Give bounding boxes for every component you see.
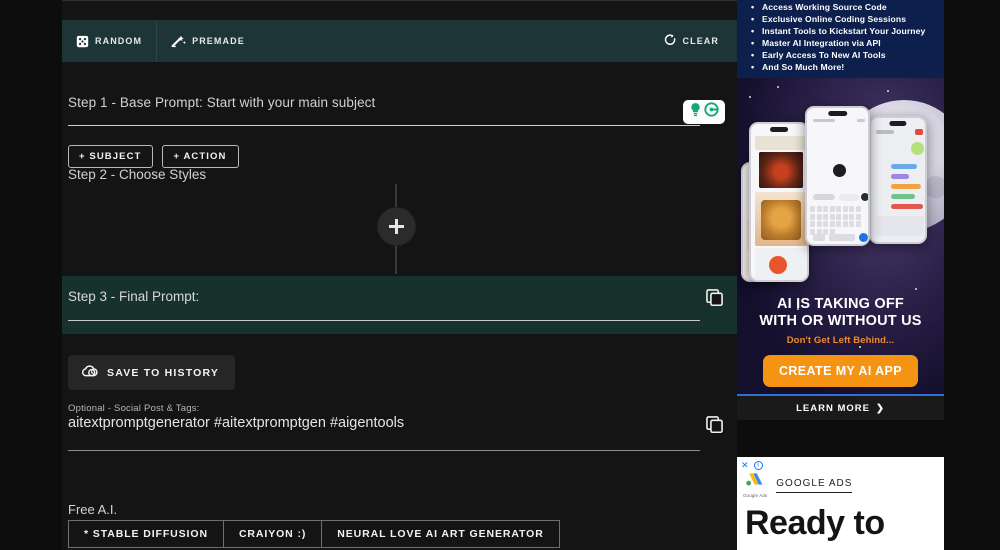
ad-headline-line2: WITH OR WITHOUT US bbox=[759, 312, 922, 329]
ad-headline-line1: AI IS TAKING OFF bbox=[777, 296, 904, 312]
random-label: RANDOM bbox=[95, 36, 143, 46]
learn-more-button[interactable]: LEARN MORE ❯ bbox=[737, 394, 944, 420]
ad-copy-block: AI IS TAKING OFF WITH OR WITHOUT US Don'… bbox=[737, 296, 944, 387]
style-add-zone bbox=[62, 184, 737, 274]
phone-keyboard bbox=[810, 206, 865, 235]
ad-column: Access Working Source Code Exclusive Onl… bbox=[737, 0, 944, 550]
app-screen: RANDOM PREMADE CLEAR Step 1 - Base Promp… bbox=[0, 0, 1000, 550]
ai-app-ad-banner[interactable]: Access Working Source Code Exclusive Onl… bbox=[737, 0, 944, 420]
step1-label: Step 1 - Base Prompt: Start with your ma… bbox=[68, 95, 376, 110]
list-item: Exclusive Online Coding Sessions bbox=[751, 13, 944, 25]
phone-mockup-left bbox=[749, 122, 809, 282]
phone-mockup-right bbox=[869, 116, 927, 244]
google-ads-brand: Google Ads GOOGLE ADS bbox=[737, 470, 944, 498]
step3-label: Step 3 - Final Prompt: bbox=[68, 289, 200, 304]
close-icon[interactable]: ✕ bbox=[741, 461, 749, 470]
prompt-part-buttons: + SUBJECT + ACTION bbox=[68, 145, 239, 168]
add-style-button[interactable] bbox=[378, 208, 415, 245]
grammarly-widget[interactable] bbox=[683, 100, 725, 124]
info-icon[interactable]: i bbox=[753, 461, 763, 470]
lightbulb-icon bbox=[689, 102, 702, 122]
free-ai-label: Free A.I. bbox=[68, 502, 118, 517]
premade-label: PREMADE bbox=[192, 36, 245, 46]
create-my-ai-app-button[interactable]: CREATE MY AI APP bbox=[762, 355, 919, 387]
prompt-toolbar: RANDOM PREMADE CLEAR bbox=[62, 20, 737, 62]
save-to-history-button[interactable]: SAVE TO HISTORY bbox=[68, 355, 236, 390]
list-item: Instant Tools to Kickstart Your Journey bbox=[751, 25, 944, 37]
learn-more-label: LEARN MORE bbox=[796, 402, 870, 414]
premade-button[interactable]: PREMADE bbox=[156, 20, 259, 62]
main-column: RANDOM PREMADE CLEAR Step 1 - Base Promp… bbox=[0, 0, 737, 550]
social-tags-value[interactable]: aitextpromptgenerator #aitextpromptgen #… bbox=[68, 415, 404, 431]
google-ads-controls: ✕ i bbox=[737, 457, 944, 470]
add-subject-button[interactable]: + SUBJECT bbox=[68, 145, 154, 168]
copy-social-tags-icon[interactable] bbox=[706, 416, 723, 438]
google-ads-card[interactable]: ✕ i Google Ads GOOGLE ADS Ready to bbox=[737, 457, 944, 550]
ad-bullet-list: Access Working Source Code Exclusive Onl… bbox=[737, 0, 944, 74]
final-prompt-panel: Step 3 - Final Prompt: bbox=[62, 276, 737, 334]
chevron-right-icon: ❯ bbox=[875, 402, 885, 414]
ad-subheadline: Don't Get Left Behind... bbox=[786, 335, 895, 346]
step2-label: Step 2 - Choose Styles bbox=[68, 167, 207, 182]
clear-button[interactable]: CLEAR bbox=[656, 20, 728, 62]
google-ads-headline: Ready to bbox=[745, 504, 885, 542]
grammarly-g-icon bbox=[704, 102, 719, 122]
list-item: Early Access To New AI Tools bbox=[751, 49, 944, 61]
base-prompt-input[interactable] bbox=[68, 125, 700, 126]
free-ai-links: * STABLE DIFFUSION CRAIYON :) NEURAL LOV… bbox=[68, 520, 560, 548]
list-item: Master AI Integration via API bbox=[751, 37, 944, 49]
phone-notch bbox=[770, 127, 788, 132]
phone-mockup-center bbox=[805, 106, 870, 246]
free-ai-neural-love[interactable]: NEURAL LOVE AI ART GENERATOR bbox=[322, 520, 560, 548]
google-ads-mark bbox=[746, 473, 763, 486]
phone-notch bbox=[827, 111, 848, 116]
refresh-icon bbox=[664, 33, 677, 49]
google-ads-logo-caption: Google Ads bbox=[743, 493, 768, 498]
prompt-builder-pane: RANDOM PREMADE CLEAR Step 1 - Base Promp… bbox=[62, 0, 737, 550]
cloud-history-icon bbox=[81, 364, 98, 381]
save-to-history-label: SAVE TO HISTORY bbox=[107, 366, 220, 379]
google-ads-logo: Google Ads bbox=[743, 472, 767, 498]
list-item: And So Much More! bbox=[751, 61, 944, 73]
google-ads-title: GOOGLE ADS bbox=[776, 478, 853, 493]
list-item: Access Working Source Code bbox=[751, 0, 944, 13]
add-action-button[interactable]: + ACTION bbox=[162, 145, 239, 168]
final-prompt-input[interactable] bbox=[68, 320, 700, 321]
copy-final-prompt-icon[interactable] bbox=[706, 289, 723, 311]
clear-label: CLEAR bbox=[682, 36, 719, 46]
free-ai-craiyon[interactable]: CRAIYON :) bbox=[223, 520, 323, 548]
phone-notch bbox=[889, 121, 907, 126]
free-ai-stable-diffusion[interactable]: * STABLE DIFFUSION bbox=[68, 520, 224, 548]
magic-wand-icon bbox=[171, 34, 187, 48]
dice-icon bbox=[76, 35, 89, 48]
social-tags-underline bbox=[68, 450, 700, 451]
social-tags-label: Optional - Social Post & Tags: bbox=[68, 403, 200, 414]
random-button[interactable]: RANDOM bbox=[62, 20, 156, 62]
